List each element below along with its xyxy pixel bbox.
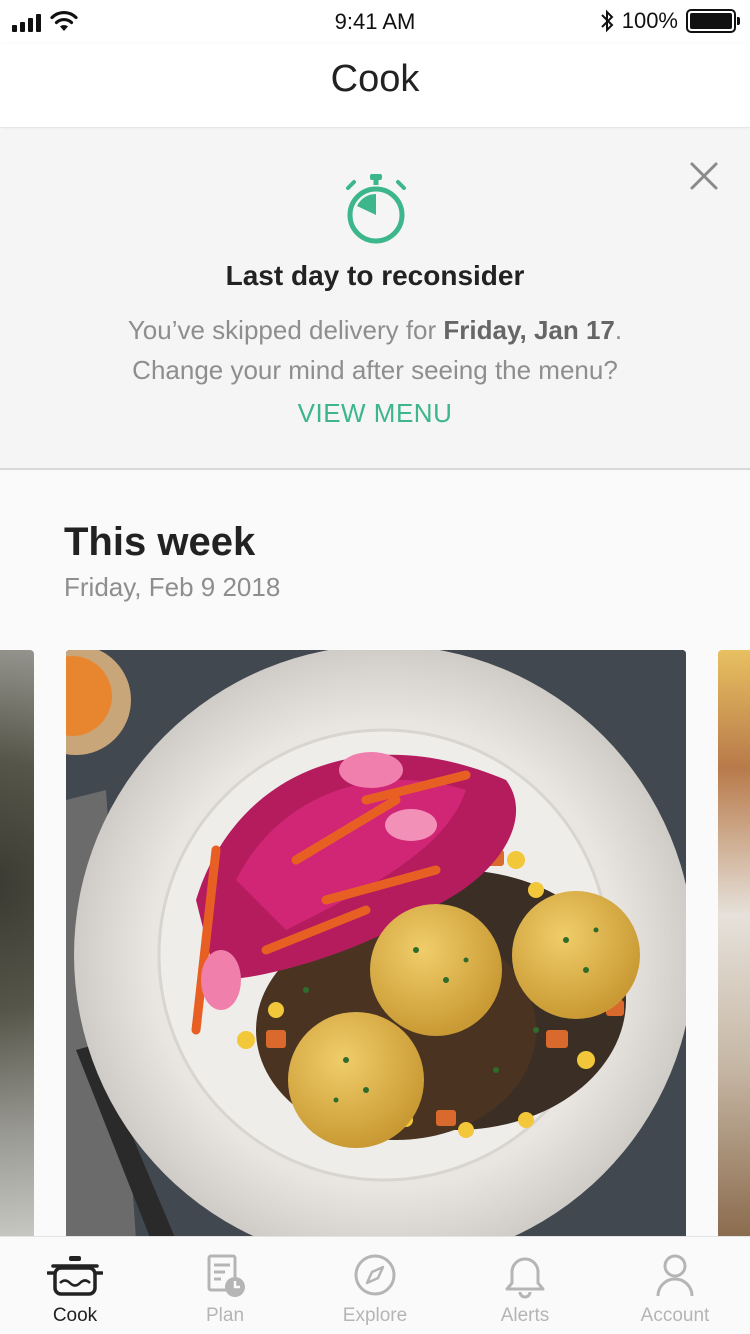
tab-label: Explore [342, 1305, 408, 1326]
tab-label: Account [640, 1305, 710, 1326]
tab-cook[interactable]: Cook [0, 1237, 150, 1334]
battery-icon [686, 9, 740, 33]
tab-alerts[interactable]: Alerts [450, 1237, 600, 1334]
skipped-date: Friday, Jan 17 [443, 315, 615, 345]
meal-card-previous[interactable] [0, 650, 34, 1240]
tab-plan[interactable]: Plan [150, 1237, 300, 1334]
bluetooth-icon [601, 9, 614, 33]
tab-label: Plan [205, 1305, 245, 1326]
meal-card-next[interactable] [718, 650, 750, 1240]
section-title: This week [64, 520, 256, 564]
tab-label: Cook [52, 1305, 98, 1326]
tab-label: Alerts [500, 1305, 550, 1326]
status-bar: 9:41 AM 100% [0, 0, 750, 44]
battery-percent: 100% [621, 8, 678, 33]
meal-photo [66, 650, 686, 1240]
calendar-clock-icon [207, 1254, 245, 1297]
close-icon[interactable] [686, 158, 722, 194]
week-date: Friday, Feb 9 2018 [64, 572, 281, 602]
tab-bar: Cook Plan Explore Alerts Account [0, 1236, 750, 1334]
compass-icon [354, 1254, 396, 1296]
tab-account[interactable]: Account [600, 1237, 750, 1334]
tab-explore[interactable]: Explore [300, 1237, 450, 1334]
cooking-pot-icon [47, 1256, 103, 1296]
page-title: Cook [330, 58, 420, 100]
person-icon [656, 1254, 694, 1297]
banner-title: Last day to reconsider [225, 260, 525, 291]
banner-message: You’ve skipped delivery for Friday, Jan … [127, 315, 623, 385]
stopwatch-icon [346, 174, 406, 244]
reconsider-banner: Last day to reconsider You’ve skipped de… [0, 130, 750, 470]
nav-bar: Cook [0, 44, 750, 128]
bell-icon [505, 1257, 545, 1299]
meal-card[interactable] [66, 650, 686, 1240]
view-menu-button[interactable]: VIEW MENU [0, 398, 750, 429]
